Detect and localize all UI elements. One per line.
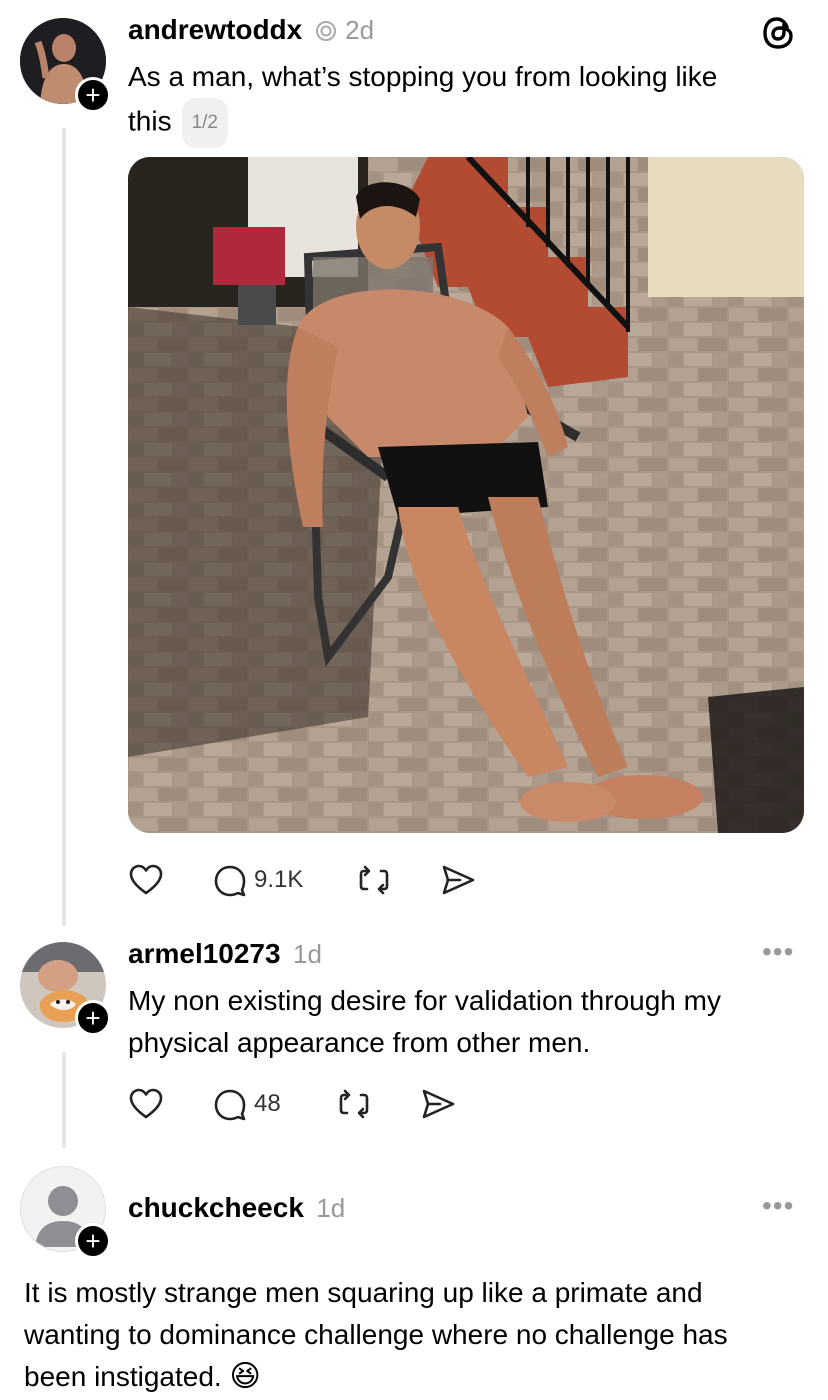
reply-text-line: My non existing desire for validation th…: [128, 985, 721, 1016]
comment-button[interactable]: 48: [212, 1086, 336, 1122]
reply-count: 48: [254, 1090, 281, 1117]
post-text-line: As a man, what’s stopping you from looki…: [128, 61, 718, 92]
username[interactable]: andrewtoddx: [128, 14, 302, 45]
post-photo: [128, 157, 804, 833]
verified-icon: [315, 20, 337, 47]
post-image[interactable]: [128, 157, 804, 833]
pager-badge[interactable]: 1/2: [181, 98, 228, 148]
follow-plus-icon[interactable]: +: [75, 1223, 111, 1259]
follow-plus-icon[interactable]: +: [75, 77, 111, 113]
reply-count: 9.1K: [254, 866, 304, 893]
comment-icon: [214, 1089, 246, 1121]
post-text: As a man, what’s stopping you from looki…: [128, 56, 808, 148]
post-header: andrewtoddx 2d: [128, 14, 374, 47]
reply-actions: 48: [128, 1086, 456, 1122]
share-button[interactable]: [420, 1086, 456, 1122]
post-actions: 9.1K: [128, 862, 476, 898]
repost-button[interactable]: [356, 862, 440, 898]
like-button[interactable]: [128, 1086, 212, 1122]
repost-button[interactable]: [336, 1086, 420, 1122]
share-button[interactable]: [440, 862, 476, 898]
reply-text-line: physical appearance from other men.: [128, 1027, 591, 1058]
threads-logo-icon[interactable]: [760, 14, 798, 57]
username[interactable]: armel10273: [128, 938, 281, 969]
repost-icon: [359, 865, 389, 895]
username[interactable]: chuckcheeck: [128, 1192, 304, 1223]
reply-time: 1d: [316, 1193, 346, 1223]
reply-header: chuckcheeck 1d: [128, 1192, 345, 1224]
reply-text-line: been instigated.: [24, 1361, 222, 1392]
follow-plus-icon[interactable]: +: [75, 1000, 111, 1036]
post-time: 2d: [345, 15, 375, 45]
laughing-emoji: 😆: [229, 1360, 261, 1393]
comment-button[interactable]: 9.1K: [212, 862, 356, 898]
share-icon: [422, 1089, 455, 1119]
more-icon[interactable]: •••: [762, 936, 794, 968]
heart-icon: [129, 1088, 163, 1119]
thread-line: [62, 128, 66, 926]
more-icon[interactable]: •••: [762, 1190, 794, 1222]
reply-text-line: It is mostly strange men squaring up lik…: [24, 1277, 703, 1308]
post-text-line: this: [128, 105, 172, 137]
reply-time: 1d: [293, 939, 322, 969]
reply-text: My non existing desire for validation th…: [128, 980, 818, 1064]
reply-text: It is mostly strange men squaring up lik…: [24, 1272, 814, 1398]
heart-icon: [129, 864, 163, 895]
reply-text-line: wanting to dominance challenge where no …: [24, 1319, 728, 1350]
reply-header: armel10273 1d: [128, 938, 322, 970]
comment-icon: [214, 865, 246, 897]
repost-icon: [339, 1089, 369, 1119]
share-icon: [442, 865, 475, 895]
thread-line: [62, 1052, 66, 1148]
like-button[interactable]: [128, 862, 212, 898]
